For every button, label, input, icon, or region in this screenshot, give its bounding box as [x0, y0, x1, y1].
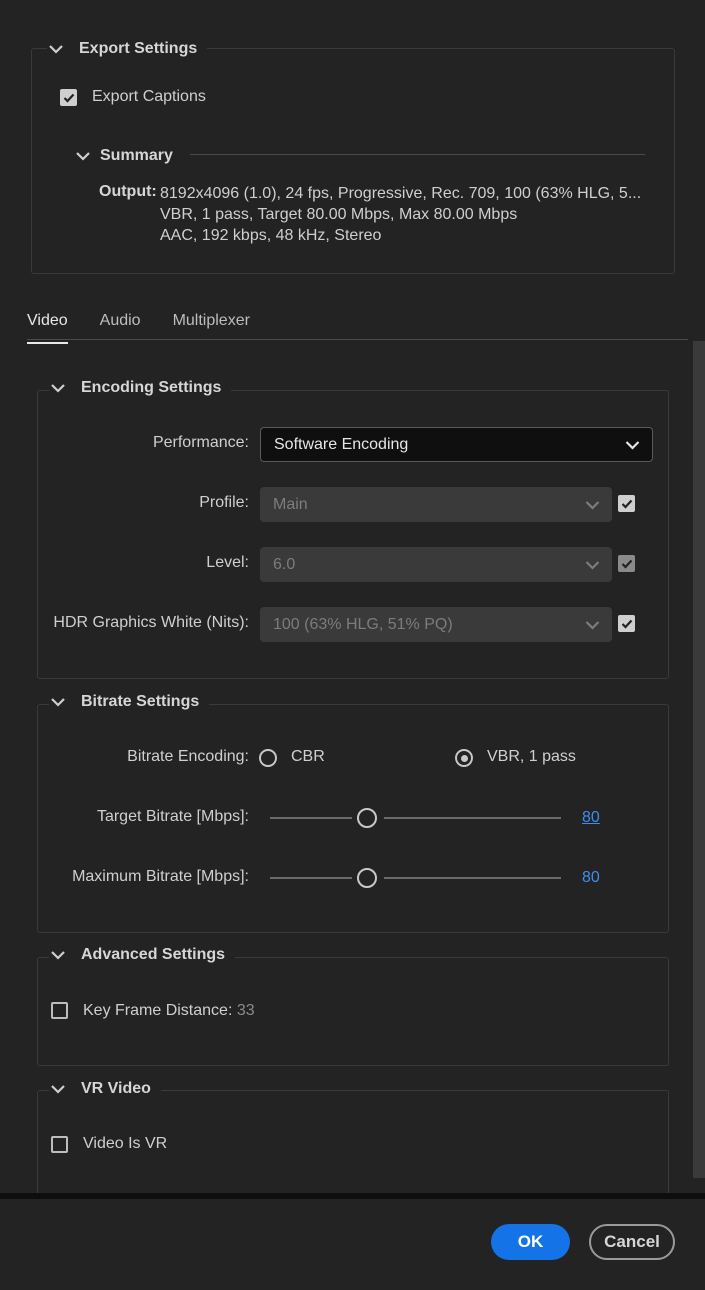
checkmark-icon: [621, 619, 632, 629]
summary-header[interactable]: Summary: [74, 145, 183, 167]
bitrate-settings-title: Bitrate Settings: [81, 693, 200, 710]
export-captions-label: Export Captions: [92, 88, 206, 105]
profile-label: Profile:: [199, 494, 249, 511]
output-summary: 8192x4096 (1.0), 24 fps, Progressive, Re…: [160, 183, 641, 246]
chevron-down-icon[interactable]: [74, 147, 92, 165]
vbr-label[interactable]: VBR, 1 pass: [487, 748, 576, 766]
target-bitrate-track-right[interactable]: [384, 817, 561, 819]
hdr-white-value: 100 (63% HLG, 51% PQ): [273, 615, 453, 633]
cbr-label[interactable]: CBR: [291, 748, 325, 766]
key-frame-distance-value: 33: [236, 1002, 255, 1019]
checkmark-icon: [621, 559, 632, 569]
profile-value: Main: [273, 495, 308, 513]
max-bitrate-slider-handle[interactable]: [357, 868, 377, 888]
bitrate-settings-header[interactable]: Bitrate Settings: [49, 691, 210, 713]
checkmark-icon: [621, 499, 632, 509]
export-settings-header[interactable]: Export Settings: [47, 38, 208, 60]
performance-label: Performance:: [152, 434, 249, 451]
vr-video-title: VR Video: [81, 1080, 151, 1097]
encoding-settings-title: Encoding Settings: [81, 379, 222, 396]
bitrate-encoding-label: Bitrate Encoding:: [127, 748, 249, 765]
summary-title: Summary: [100, 147, 173, 164]
target-bitrate-label: Target Bitrate [Mbps]:: [96, 808, 249, 825]
chevron-down-icon: [585, 500, 600, 509]
hdr-white-dropdown[interactable]: 100 (63% HLG, 51% PQ): [260, 607, 612, 642]
max-bitrate-value[interactable]: 80: [582, 869, 600, 887]
vr-video-header[interactable]: VR Video: [49, 1078, 161, 1100]
video-is-vr-label: Video Is VR: [83, 1135, 168, 1152]
advanced-settings-title: Advanced Settings: [81, 946, 226, 963]
cancel-button[interactable]: Cancel: [589, 1224, 675, 1260]
export-settings-title: Export Settings: [79, 40, 198, 57]
performance-value: Software Encoding: [274, 435, 409, 453]
level-label: Level:: [206, 554, 249, 571]
scrollbar[interactable]: [693, 341, 705, 1178]
advanced-settings-header[interactable]: Advanced Settings: [49, 944, 236, 966]
hdr-white-label: HDR Graphics White (Nits):: [53, 614, 249, 631]
max-bitrate-track-right[interactable]: [384, 877, 561, 879]
cbr-radio[interactable]: [259, 749, 277, 767]
output-line-audio: AAC, 192 kbps, 48 kHz, Stereo: [160, 227, 382, 244]
video-is-vr-checkbox[interactable]: [51, 1136, 68, 1153]
key-frame-distance-text: Key Frame Distance:: [83, 1002, 233, 1019]
export-settings-panel: Export Settings Export Captions Summary …: [0, 0, 705, 1290]
output-line-bitrate: VBR, 1 pass, Target 80.00 Mbps, Max 80.0…: [160, 206, 518, 223]
encoding-settings-header[interactable]: Encoding Settings: [49, 377, 232, 399]
tab-multiplexer[interactable]: Multiplexer: [173, 312, 250, 342]
checkmark-icon: [63, 93, 74, 103]
profile-dropdown[interactable]: Main: [260, 487, 612, 522]
max-bitrate-label: Maximum Bitrate [Mbps]:: [72, 868, 249, 885]
chevron-down-icon: [585, 620, 600, 629]
settings-tabs: Video Audio Multiplexer: [27, 312, 282, 344]
chevron-down-icon[interactable]: [49, 946, 67, 964]
level-checkbox[interactable]: [618, 555, 635, 572]
target-bitrate-value[interactable]: 80: [582, 809, 600, 827]
target-bitrate-track-left[interactable]: [270, 817, 352, 819]
key-frame-distance-label: Key Frame Distance: 33: [83, 1002, 255, 1020]
chevron-down-icon: [585, 560, 600, 569]
summary-divider: [190, 154, 645, 155]
key-frame-distance-checkbox[interactable]: [51, 1002, 68, 1019]
tab-divider: [27, 339, 688, 340]
vbr-radio[interactable]: [455, 749, 473, 767]
ok-button[interactable]: OK: [491, 1224, 570, 1260]
chevron-down-icon[interactable]: [49, 693, 67, 711]
target-bitrate-slider-handle[interactable]: [357, 808, 377, 828]
output-line-video: 8192x4096 (1.0), 24 fps, Progressive, Re…: [160, 185, 642, 202]
tab-audio[interactable]: Audio: [100, 312, 141, 342]
max-bitrate-track-left[interactable]: [270, 877, 352, 879]
chevron-down-icon[interactable]: [49, 1080, 67, 1098]
level-value: 6.0: [273, 555, 296, 573]
export-captions-checkbox[interactable]: [60, 89, 77, 106]
chevron-down-icon: [625, 440, 640, 449]
chevron-down-icon[interactable]: [49, 379, 67, 397]
performance-dropdown[interactable]: Software Encoding: [260, 427, 653, 462]
level-dropdown[interactable]: 6.0: [260, 547, 612, 582]
tab-video[interactable]: Video: [27, 312, 68, 344]
hdr-white-checkbox[interactable]: [618, 615, 635, 632]
profile-checkbox[interactable]: [618, 495, 635, 512]
output-label: Output:: [99, 183, 157, 200]
chevron-down-icon[interactable]: [47, 40, 65, 58]
